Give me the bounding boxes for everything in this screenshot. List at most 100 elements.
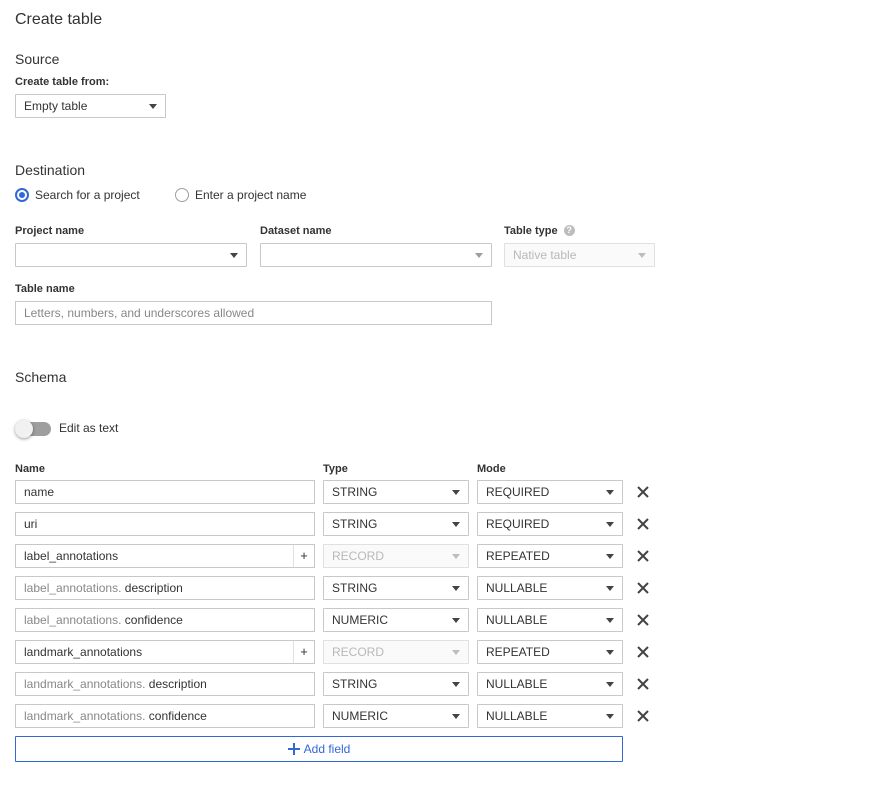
field-name-input[interactable]: landmark_annotations +: [15, 640, 315, 664]
chevron-down-icon: [452, 650, 460, 655]
field-name-value: confidence: [124, 613, 183, 627]
create-from-value: Empty table: [24, 99, 88, 113]
field-name-prefix: landmark_annotations.: [24, 709, 146, 723]
field-mode-select[interactable]: NULLABLE: [477, 608, 623, 632]
toggle-knob: [15, 420, 33, 438]
edit-as-text-label: Edit as text: [59, 421, 119, 435]
field-name-value: confidence: [148, 709, 207, 723]
radio-search-label: Search for a project: [35, 188, 140, 202]
create-from-select[interactable]: Empty table: [15, 94, 166, 118]
field-name-input[interactable]: label_annotations. confidence: [15, 608, 315, 632]
field-name-input[interactable]: landmark_annotations. confidence: [15, 704, 315, 728]
chevron-down-icon: [230, 253, 238, 258]
field-mode-select[interactable]: NULLABLE: [477, 576, 623, 600]
page-title: Create table: [15, 11, 103, 28]
table-type-value: Native table: [513, 248, 577, 262]
radio-search-project[interactable]: Search for a project: [15, 188, 140, 202]
table-type-select: Native table: [504, 243, 655, 267]
field-mode-value: NULLABLE: [486, 581, 548, 595]
field-mode-value: NULLABLE: [486, 709, 548, 723]
help-icon[interactable]: ?: [563, 225, 575, 236]
field-name-input[interactable]: landmark_annotations. description: [15, 672, 315, 696]
close-icon: [637, 614, 649, 626]
field-name-input[interactable]: label_annotations +: [15, 544, 315, 568]
field-mode-value: NULLABLE: [486, 613, 548, 627]
chevron-down-icon: [606, 682, 614, 687]
close-icon: [637, 678, 649, 690]
delete-field-button[interactable]: [633, 674, 653, 694]
field-type-select[interactable]: STRING: [323, 672, 469, 696]
field-mode-select[interactable]: REQUIRED: [477, 512, 623, 536]
chevron-down-icon: [452, 490, 460, 495]
delete-field-button[interactable]: [633, 578, 653, 598]
field-name-value: landmark_annotations: [24, 645, 143, 659]
delete-field-button[interactable]: [633, 546, 653, 566]
field-type-value: NUMERIC: [332, 613, 388, 627]
delete-field-button[interactable]: [633, 482, 653, 502]
column-header-type: Type: [323, 463, 348, 475]
column-header-mode: Mode: [477, 463, 506, 475]
field-name-value: label_annotations: [24, 549, 119, 563]
chevron-down-icon: [149, 104, 157, 109]
chevron-down-icon: [606, 618, 614, 623]
field-type-select: RECORD: [323, 640, 469, 664]
add-nested-field-button[interactable]: +: [293, 641, 314, 663]
field-name-input[interactable]: name: [15, 480, 315, 504]
field-mode-value: REQUIRED: [486, 485, 550, 499]
dataset-name-label: Dataset name: [260, 225, 332, 237]
field-type-select[interactable]: STRING: [323, 512, 469, 536]
field-name-input[interactable]: label_annotations. description: [15, 576, 315, 600]
field-mode-select[interactable]: NULLABLE: [477, 672, 623, 696]
field-mode-value: REPEATED: [486, 645, 550, 659]
close-icon: [637, 582, 649, 594]
chevron-down-icon: [452, 586, 460, 591]
add-field-button[interactable]: Add field: [15, 736, 623, 762]
delete-field-button[interactable]: [633, 514, 653, 534]
chevron-down-icon: [638, 253, 646, 258]
field-type-select[interactable]: STRING: [323, 480, 469, 504]
edit-as-text-toggle[interactable]: [15, 420, 51, 438]
add-nested-field-button[interactable]: +: [293, 545, 314, 567]
add-field-label: Add field: [303, 742, 351, 756]
field-type-value: RECORD: [332, 645, 385, 659]
destination-heading: Destination: [15, 162, 86, 178]
delete-field-button[interactable]: [633, 610, 653, 630]
chevron-down-icon: [606, 522, 614, 527]
delete-field-button[interactable]: [633, 706, 653, 726]
schema-heading: Schema: [15, 369, 67, 385]
field-type-select[interactable]: STRING: [323, 576, 469, 600]
chevron-down-icon: [475, 253, 483, 258]
close-icon: [637, 550, 649, 562]
field-name-input[interactable]: uri: [15, 512, 315, 536]
close-icon: [637, 518, 649, 530]
field-name-value: description: [148, 677, 207, 691]
field-mode-select[interactable]: REPEATED: [477, 640, 623, 664]
chevron-down-icon: [452, 682, 460, 687]
chevron-down-icon: [606, 714, 614, 719]
field-type-value: STRING: [332, 485, 378, 499]
field-mode-value: REQUIRED: [486, 517, 550, 531]
field-name-value: uri: [24, 517, 38, 531]
field-mode-value: REPEATED: [486, 549, 550, 563]
project-name-select[interactable]: [15, 243, 247, 267]
field-mode-select[interactable]: NULLABLE: [477, 704, 623, 728]
delete-field-button[interactable]: [633, 642, 653, 662]
chevron-down-icon: [452, 554, 460, 559]
chevron-down-icon: [606, 554, 614, 559]
radio-unselected-icon: [175, 188, 189, 202]
field-type-select[interactable]: NUMERIC: [323, 704, 469, 728]
field-type-value: STRING: [332, 581, 378, 595]
field-mode-select[interactable]: REPEATED: [477, 544, 623, 568]
plus-icon: [287, 743, 300, 755]
field-type-select: RECORD: [323, 544, 469, 568]
column-header-name: Name: [15, 463, 45, 475]
radio-enter-project[interactable]: Enter a project name: [175, 188, 306, 202]
field-name-value: name: [24, 485, 55, 499]
radio-selected-icon: [15, 188, 29, 202]
field-type-value: RECORD: [332, 549, 385, 563]
dataset-name-select[interactable]: [260, 243, 492, 267]
field-type-select[interactable]: NUMERIC: [323, 608, 469, 632]
table-name-input[interactable]: Letters, numbers, and underscores allowe…: [15, 301, 492, 325]
chevron-down-icon: [606, 650, 614, 655]
field-mode-select[interactable]: REQUIRED: [477, 480, 623, 504]
